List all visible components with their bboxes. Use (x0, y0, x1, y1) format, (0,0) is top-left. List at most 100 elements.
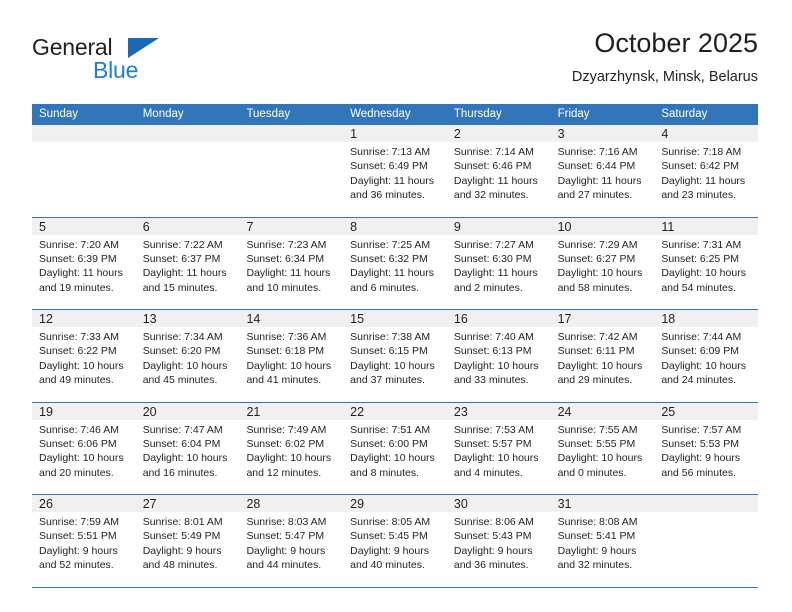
day-number: 24 (557, 404, 572, 419)
day-cell-12[interactable]: 12 Sunrise: 7:33 AM Sunset: 6:22 PM Dayligh… (32, 310, 136, 402)
day-cell-2[interactable]: 2 Sunrise: 7:14 AM Sunset: 6:46 PM Daylight… (446, 125, 551, 217)
day-number: 14 (246, 312, 261, 326)
day-cell-23[interactable]: 23 Sunrise: 7:53 AM Sunset: 5:57 PM Dayligh… (446, 402, 551, 494)
sunrise-text: Sunrise: 7:36 AM (246, 331, 327, 343)
day-cell-9[interactable]: 9 Sunrise: 7:27 AM Sunset: 6:30 PM Daylight… (446, 217, 551, 309)
calendar-page: General Blue October 2025 Dzyarzhynsk, M… (0, 0, 792, 612)
sunrise-text: Sunrise: 7:29 AM (557, 238, 638, 251)
day-number: 11 (661, 219, 675, 234)
brand-logo[interactable]: General Blue (32, 34, 212, 90)
day-number: 13 (142, 312, 157, 326)
day-cell-29[interactable]: 29 Sunrise: 8:05 AM Sunset: 5:45 PM Dayligh… (343, 495, 447, 587)
day-cell-19[interactable]: 19 Sunrise: 7:46 AM Sunset: 6:06 PM Dayligh… (32, 402, 136, 494)
sunset-text: Sunset: 6:11 PM (557, 345, 635, 358)
daylight-text-line1: Daylight: 10 hours (142, 359, 228, 372)
day-cell-5[interactable]: 5 Sunrise: 7:20 AM Sunset: 6:39 PM Daylight… (32, 217, 136, 309)
title-block: October 2025 Dzyarzhynsk, Minsk, Belarus (572, 26, 758, 88)
sunrise-text: Sunrise: 7:59 AM (39, 516, 119, 528)
day-number-band: 26 (32, 495, 136, 512)
daylight-text-line1: Daylight: 9 hours (142, 544, 222, 557)
daylight-text-line1: Daylight: 10 hours (246, 359, 332, 372)
sunset-text: Sunset: 5:51 PM (39, 530, 117, 543)
day-number-band (239, 125, 344, 142)
day-number-band: 24 (550, 402, 655, 420)
sunset-text: Sunset: 6:20 PM (142, 345, 221, 358)
day-number: 9 (453, 219, 461, 234)
day-details: Sunrise: 7:27 AM Sunset: 6:30 PM Daylight:… (447, 235, 551, 296)
day-number: 25 (661, 404, 676, 419)
sunset-text: Sunset: 6:06 PM (39, 437, 117, 450)
day-cell-25[interactable]: 25 Sunrise: 7:57 AM Sunset: 5:53 PM Dayligh… (654, 402, 759, 494)
daylight-text-line1: Daylight: 10 hours (453, 452, 539, 465)
daylight-text-line2: and 27 minutes. (557, 189, 633, 202)
day-details: Sunrise: 7:51 AM Sunset: 6:00 PM Daylight:… (343, 420, 447, 481)
day-cell-7[interactable]: 7 Sunrise: 7:23 AM Sunset: 6:34 PM Daylight… (239, 217, 344, 309)
day-details: Sunrise: 7:33 AM Sunset: 6:22 PM Daylight:… (32, 327, 136, 388)
day-details: Sunrise: 7:53 AM Sunset: 5:57 PM Daylight:… (447, 420, 551, 481)
day-cell-empty (654, 495, 759, 587)
day-details: Sunrise: 7:25 AM Sunset: 6:32 PM Daylight:… (343, 235, 447, 296)
day-cell-30[interactable]: 30 Sunrise: 8:06 AM Sunset: 5:43 PM Dayligh… (446, 495, 551, 587)
day-cell-21[interactable]: 21 Sunrise: 7:49 AM Sunset: 6:02 PM Dayligh… (239, 402, 344, 494)
sunset-text: Sunset: 6:13 PM (453, 345, 532, 358)
daylight-text-line1: Daylight: 11 hours (557, 174, 642, 187)
day-cell-14[interactable]: 14 Sunrise: 7:36 AM Sunset: 6:18 PM Dayligh… (239, 310, 344, 402)
sunrise-text: Sunrise: 8:08 AM (557, 516, 638, 528)
day-number-band: 30 (446, 495, 551, 512)
day-number: 22 (350, 404, 365, 419)
daylight-text-line1: Daylight: 10 hours (39, 359, 124, 372)
sunrise-text: Sunrise: 7:49 AM (246, 423, 327, 436)
day-details: Sunrise: 7:23 AM Sunset: 6:34 PM Daylight:… (239, 235, 343, 296)
daylight-text-line2: and 56 minutes. (661, 466, 737, 479)
sunset-text: Sunset: 5:41 PM (557, 530, 636, 543)
daylight-text-line2: and 32 minutes. (557, 559, 633, 572)
day-cell-6[interactable]: 6 Sunrise: 7:22 AM Sunset: 6:37 PM Daylight… (135, 217, 240, 309)
day-cell-4[interactable]: 4 Sunrise: 7:18 AM Sunset: 6:42 PM Daylight… (654, 125, 759, 217)
sunset-text: Sunset: 6:32 PM (350, 252, 428, 265)
day-cell-16[interactable]: 16 Sunrise: 7:40 AM Sunset: 6:13 PM Dayligh… (446, 310, 551, 402)
weekday-header-saturday: Saturday (661, 108, 708, 120)
day-cell-17[interactable]: 17 Sunrise: 7:42 AM Sunset: 6:11 PM Dayligh… (550, 310, 655, 402)
day-details: Sunrise: 8:06 AM Sunset: 5:43 PM Daylight:… (447, 512, 551, 573)
day-number-band: 27 (135, 495, 240, 512)
day-details: Sunrise: 7:49 AM Sunset: 6:02 PM Daylight:… (239, 420, 343, 481)
day-cell-22[interactable]: 22 Sunrise: 7:51 AM Sunset: 6:00 PM Dayligh… (343, 402, 447, 494)
day-number: 20 (142, 404, 157, 419)
sunrise-text: Sunrise: 8:06 AM (453, 516, 534, 528)
day-details: Sunrise: 7:16 AM Sunset: 6:44 PM Daylight:… (551, 142, 655, 203)
daylight-text-line1: Daylight: 10 hours (453, 359, 539, 372)
day-cell-3[interactable]: 3 Sunrise: 7:16 AM Sunset: 6:44 PM Daylight… (550, 125, 655, 217)
sunrise-text: Sunrise: 7:18 AM (661, 146, 742, 158)
day-details: Sunrise: 8:05 AM Sunset: 5:45 PM Daylight:… (343, 512, 447, 573)
day-cell-28[interactable]: 28 Sunrise: 8:03 AM Sunset: 5:47 PM Dayligh… (239, 495, 344, 587)
day-number-band: 25 (654, 402, 759, 420)
sunrise-text: Sunrise: 7:13 AM (350, 146, 431, 158)
day-details: Sunrise: 7:55 AM Sunset: 5:55 PM Daylight:… (551, 420, 655, 481)
day-cell-27[interactable]: 27 Sunrise: 8:01 AM Sunset: 5:49 PM Dayligh… (135, 495, 240, 587)
daylight-text-line2: and 33 minutes. (453, 374, 529, 387)
day-cell-1[interactable]: 1 Sunrise: 7:13 AM Sunset: 6:49 PM Daylight… (343, 125, 447, 217)
day-cell-15[interactable]: 15 Sunrise: 7:38 AM Sunset: 6:15 PM Dayligh… (343, 310, 447, 402)
day-cell-10[interactable]: 10 Sunrise: 7:29 AM Sunset: 6:27 PM Dayligh… (550, 217, 655, 309)
day-number-band: 4 (654, 125, 759, 142)
day-cell-11[interactable]: 11 Sunrise: 7:31 AM Sunset: 6:25 PM Dayligh… (654, 217, 759, 309)
daylight-text-line1: Daylight: 9 hours (350, 544, 429, 557)
day-cell-20[interactable]: 20 Sunrise: 7:47 AM Sunset: 6:04 PM Dayligh… (135, 402, 240, 494)
daylight-text-line2: and 48 minutes. (142, 559, 218, 572)
day-cell-13[interactable]: 13 Sunrise: 7:34 AM Sunset: 6:20 PM Dayligh… (135, 310, 240, 402)
day-number-band: 23 (446, 402, 551, 420)
day-cell-26[interactable]: 26 Sunrise: 7:59 AM Sunset: 5:51 PM Dayligh… (32, 495, 136, 587)
day-cell-31[interactable]: 31 Sunrise: 8:08 AM Sunset: 5:41 PM Dayligh… (550, 495, 655, 587)
calendar-week-row: 26 Sunrise: 7:59 AM Sunset: 5:51 PM Dayligh… (32, 495, 759, 588)
day-cell-24[interactable]: 24 Sunrise: 7:55 AM Sunset: 5:55 PM Dayligh… (550, 402, 655, 494)
daylight-text-line1: Daylight: 10 hours (350, 359, 435, 372)
daylight-text-line1: Daylight: 10 hours (246, 452, 332, 465)
day-number: 10 (557, 219, 572, 234)
day-details: Sunrise: 8:03 AM Sunset: 5:47 PM Daylight:… (239, 512, 343, 573)
day-cell-18[interactable]: 18 Sunrise: 7:44 AM Sunset: 6:09 PM Dayligh… (654, 310, 759, 402)
day-cell-8[interactable]: 8 Sunrise: 7:25 AM Sunset: 6:32 PM Daylight… (343, 217, 447, 309)
day-number-band: 2 (446, 125, 551, 142)
daylight-text-line2: and 41 minutes. (246, 374, 322, 387)
day-details: Sunrise: 8:01 AM Sunset: 5:49 PM Daylight:… (136, 512, 240, 573)
sunrise-text: Sunrise: 8:03 AM (246, 516, 327, 528)
